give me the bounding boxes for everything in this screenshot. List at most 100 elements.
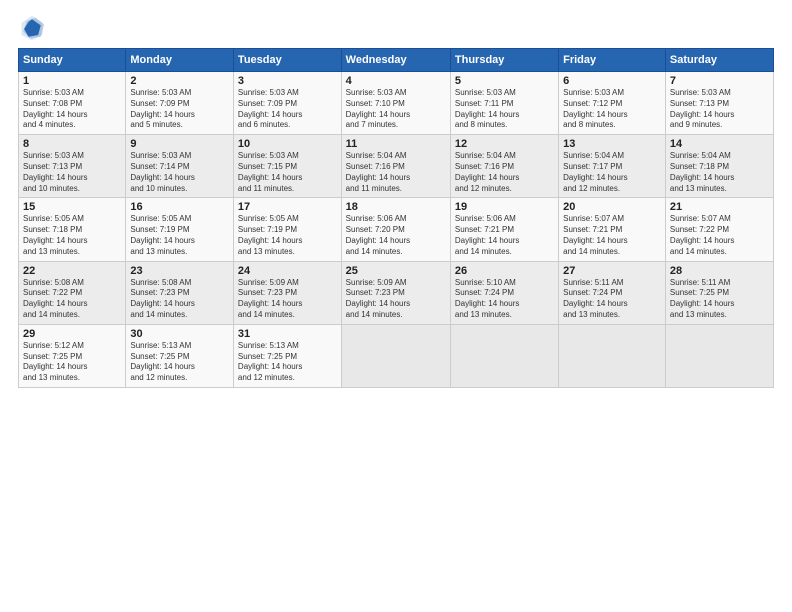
cell-info: Sunrise: 5:09 AMSunset: 7:23 PMDaylight:… [238, 278, 337, 321]
cell-info: Sunrise: 5:03 AMSunset: 7:12 PMDaylight:… [563, 88, 661, 131]
cell-info: Sunrise: 5:07 AMSunset: 7:22 PMDaylight:… [670, 214, 769, 257]
calendar-cell: 20Sunrise: 5:07 AMSunset: 7:21 PMDayligh… [559, 198, 666, 261]
day-number: 19 [455, 201, 554, 213]
day-number: 8 [23, 138, 121, 150]
cell-info: Sunrise: 5:03 AMSunset: 7:13 PMDaylight:… [670, 88, 769, 131]
cell-info: Sunrise: 5:04 AMSunset: 7:16 PMDaylight:… [455, 151, 554, 194]
calendar-cell: 1Sunrise: 5:03 AMSunset: 7:08 PMDaylight… [19, 72, 126, 135]
day-number: 10 [238, 138, 337, 150]
week-row-3: 15Sunrise: 5:05 AMSunset: 7:18 PMDayligh… [19, 198, 774, 261]
cell-info: Sunrise: 5:09 AMSunset: 7:23 PMDaylight:… [346, 278, 446, 321]
calendar-cell: 26Sunrise: 5:10 AMSunset: 7:24 PMDayligh… [450, 261, 558, 324]
calendar-cell: 24Sunrise: 5:09 AMSunset: 7:23 PMDayligh… [233, 261, 341, 324]
calendar-cell: 29Sunrise: 5:12 AMSunset: 7:25 PMDayligh… [19, 324, 126, 387]
day-number: 5 [455, 75, 554, 87]
cell-info: Sunrise: 5:03 AMSunset: 7:14 PMDaylight:… [130, 151, 229, 194]
cell-info: Sunrise: 5:12 AMSunset: 7:25 PMDaylight:… [23, 341, 121, 384]
cell-info: Sunrise: 5:13 AMSunset: 7:25 PMDaylight:… [130, 341, 229, 384]
calendar-cell [559, 324, 666, 387]
day-number: 14 [670, 138, 769, 150]
day-number: 3 [238, 75, 337, 87]
cell-info: Sunrise: 5:04 AMSunset: 7:17 PMDaylight:… [563, 151, 661, 194]
calendar-cell: 5Sunrise: 5:03 AMSunset: 7:11 PMDaylight… [450, 72, 558, 135]
cell-info: Sunrise: 5:06 AMSunset: 7:21 PMDaylight:… [455, 214, 554, 257]
day-number: 31 [238, 328, 337, 340]
calendar-cell [341, 324, 450, 387]
day-number: 2 [130, 75, 229, 87]
calendar-cell: 8Sunrise: 5:03 AMSunset: 7:13 PMDaylight… [19, 135, 126, 198]
cell-info: Sunrise: 5:03 AMSunset: 7:10 PMDaylight:… [346, 88, 446, 131]
calendar-cell: 7Sunrise: 5:03 AMSunset: 7:13 PMDaylight… [665, 72, 773, 135]
day-number: 20 [563, 201, 661, 213]
day-number: 12 [455, 138, 554, 150]
cell-info: Sunrise: 5:05 AMSunset: 7:19 PMDaylight:… [238, 214, 337, 257]
cell-info: Sunrise: 5:03 AMSunset: 7:08 PMDaylight:… [23, 88, 121, 131]
day-number: 22 [23, 265, 121, 277]
cell-info: Sunrise: 5:10 AMSunset: 7:24 PMDaylight:… [455, 278, 554, 321]
calendar-cell: 13Sunrise: 5:04 AMSunset: 7:17 PMDayligh… [559, 135, 666, 198]
calendar-cell: 18Sunrise: 5:06 AMSunset: 7:20 PMDayligh… [341, 198, 450, 261]
day-number: 13 [563, 138, 661, 150]
cell-info: Sunrise: 5:07 AMSunset: 7:21 PMDaylight:… [563, 214, 661, 257]
calendar-cell: 9Sunrise: 5:03 AMSunset: 7:14 PMDaylight… [126, 135, 234, 198]
day-number: 9 [130, 138, 229, 150]
day-number: 18 [346, 201, 446, 213]
cell-info: Sunrise: 5:03 AMSunset: 7:11 PMDaylight:… [455, 88, 554, 131]
calendar-cell: 16Sunrise: 5:05 AMSunset: 7:19 PMDayligh… [126, 198, 234, 261]
weekday-header-saturday: Saturday [665, 49, 773, 72]
weekday-header-friday: Friday [559, 49, 666, 72]
day-number: 16 [130, 201, 229, 213]
cell-info: Sunrise: 5:08 AMSunset: 7:23 PMDaylight:… [130, 278, 229, 321]
calendar-cell: 3Sunrise: 5:03 AMSunset: 7:09 PMDaylight… [233, 72, 341, 135]
day-number: 23 [130, 265, 229, 277]
weekday-header-tuesday: Tuesday [233, 49, 341, 72]
logo-icon [18, 14, 46, 42]
calendar-cell: 19Sunrise: 5:06 AMSunset: 7:21 PMDayligh… [450, 198, 558, 261]
week-row-2: 8Sunrise: 5:03 AMSunset: 7:13 PMDaylight… [19, 135, 774, 198]
weekday-header-sunday: Sunday [19, 49, 126, 72]
logo [18, 14, 50, 42]
day-number: 25 [346, 265, 446, 277]
calendar-cell [665, 324, 773, 387]
cell-info: Sunrise: 5:05 AMSunset: 7:19 PMDaylight:… [130, 214, 229, 257]
calendar-cell: 6Sunrise: 5:03 AMSunset: 7:12 PMDaylight… [559, 72, 666, 135]
day-number: 27 [563, 265, 661, 277]
day-number: 17 [238, 201, 337, 213]
calendar-cell [450, 324, 558, 387]
calendar-cell: 23Sunrise: 5:08 AMSunset: 7:23 PMDayligh… [126, 261, 234, 324]
week-row-1: 1Sunrise: 5:03 AMSunset: 7:08 PMDaylight… [19, 72, 774, 135]
day-number: 7 [670, 75, 769, 87]
calendar-cell: 14Sunrise: 5:04 AMSunset: 7:18 PMDayligh… [665, 135, 773, 198]
calendar-cell: 31Sunrise: 5:13 AMSunset: 7:25 PMDayligh… [233, 324, 341, 387]
weekday-header-thursday: Thursday [450, 49, 558, 72]
day-number: 11 [346, 138, 446, 150]
day-number: 21 [670, 201, 769, 213]
weekday-header-monday: Monday [126, 49, 234, 72]
calendar-cell: 17Sunrise: 5:05 AMSunset: 7:19 PMDayligh… [233, 198, 341, 261]
cell-info: Sunrise: 5:04 AMSunset: 7:16 PMDaylight:… [346, 151, 446, 194]
day-number: 15 [23, 201, 121, 213]
header [18, 14, 774, 42]
cell-info: Sunrise: 5:06 AMSunset: 7:20 PMDaylight:… [346, 214, 446, 257]
calendar-cell: 2Sunrise: 5:03 AMSunset: 7:09 PMDaylight… [126, 72, 234, 135]
day-number: 28 [670, 265, 769, 277]
cell-info: Sunrise: 5:05 AMSunset: 7:18 PMDaylight:… [23, 214, 121, 257]
day-number: 1 [23, 75, 121, 87]
weekday-header-wednesday: Wednesday [341, 49, 450, 72]
calendar-cell: 30Sunrise: 5:13 AMSunset: 7:25 PMDayligh… [126, 324, 234, 387]
cell-info: Sunrise: 5:03 AMSunset: 7:09 PMDaylight:… [130, 88, 229, 131]
week-row-5: 29Sunrise: 5:12 AMSunset: 7:25 PMDayligh… [19, 324, 774, 387]
cell-info: Sunrise: 5:03 AMSunset: 7:09 PMDaylight:… [238, 88, 337, 131]
cell-info: Sunrise: 5:11 AMSunset: 7:25 PMDaylight:… [670, 278, 769, 321]
cell-info: Sunrise: 5:08 AMSunset: 7:22 PMDaylight:… [23, 278, 121, 321]
calendar-cell: 22Sunrise: 5:08 AMSunset: 7:22 PMDayligh… [19, 261, 126, 324]
calendar-cell: 4Sunrise: 5:03 AMSunset: 7:10 PMDaylight… [341, 72, 450, 135]
day-number: 29 [23, 328, 121, 340]
page: SundayMondayTuesdayWednesdayThursdayFrid… [0, 0, 792, 612]
calendar-cell: 21Sunrise: 5:07 AMSunset: 7:22 PMDayligh… [665, 198, 773, 261]
cell-info: Sunrise: 5:04 AMSunset: 7:18 PMDaylight:… [670, 151, 769, 194]
week-row-4: 22Sunrise: 5:08 AMSunset: 7:22 PMDayligh… [19, 261, 774, 324]
calendar-cell: 25Sunrise: 5:09 AMSunset: 7:23 PMDayligh… [341, 261, 450, 324]
day-number: 6 [563, 75, 661, 87]
cell-info: Sunrise: 5:11 AMSunset: 7:24 PMDaylight:… [563, 278, 661, 321]
